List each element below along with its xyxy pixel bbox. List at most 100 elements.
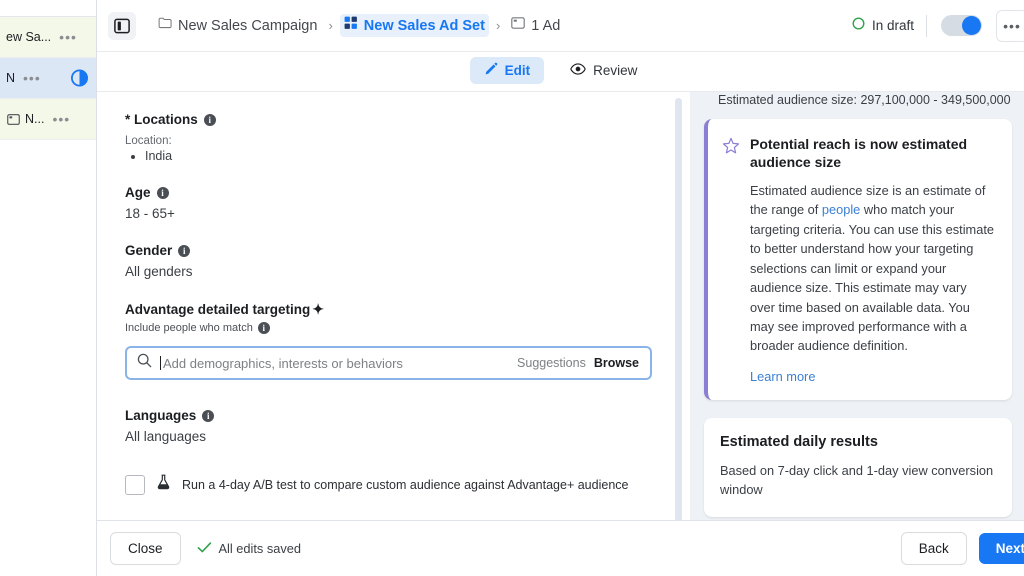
- eye-icon: [570, 62, 586, 79]
- header-divider: [926, 14, 927, 37]
- info-icon[interactable]: i: [178, 244, 191, 257]
- results-subtitle: Based on 7-day click and 1-day view conv…: [720, 462, 994, 498]
- tab-review[interactable]: Review: [556, 57, 651, 84]
- ab-test-label: Run a 4-day A/B test to compare custom a…: [182, 477, 629, 492]
- status-label: In draft: [871, 18, 914, 33]
- advantage-label: Advantage detailed targeting: [125, 302, 311, 317]
- locations-label: * Locations: [125, 112, 198, 127]
- breadcrumb-label: 1 Ad: [531, 17, 561, 34]
- flask-icon: [156, 474, 171, 495]
- footer-bar: Close All edits saved Back Next: [97, 520, 1024, 576]
- adset-enable-toggle[interactable]: [941, 15, 982, 36]
- info-icon[interactable]: i: [203, 113, 216, 126]
- top-header-bar: New Sales Campaign › New Sales Ad Set › …: [97, 0, 1024, 52]
- sidebar-row-adset[interactable]: N •••: [0, 58, 96, 99]
- ab-test-row: Run a 4-day A/B test to compare custom a…: [125, 474, 668, 495]
- gender-label: Gender: [125, 243, 173, 258]
- detailed-targeting-search[interactable]: Add demographics, interests or behaviors…: [125, 346, 652, 380]
- languages-label: Languages: [125, 408, 197, 423]
- half-circle-icon: [71, 69, 88, 87]
- main-area: New Sales Campaign › New Sales Ad Set › …: [97, 0, 1024, 576]
- pencil-icon: [484, 62, 498, 79]
- sidebar-row-label: ew Sa...: [6, 30, 52, 44]
- breadcrumb-separator: ›: [495, 18, 501, 33]
- age-label: Age: [125, 185, 151, 200]
- notice-body: Estimated audience size is an estimate o…: [750, 181, 994, 356]
- content-split: * Locations i Location: India Age i 18 -…: [97, 92, 1024, 560]
- grid-squares-icon: [344, 16, 358, 35]
- left-sidebar: ew Sa... ••• N ••• N... •••: [0, 0, 97, 576]
- breadcrumb-item-campaign[interactable]: New Sales Campaign: [154, 14, 321, 37]
- estimated-daily-results-card: Estimated daily results Based on 7-day c…: [704, 417, 1012, 518]
- sidebar-row-campaign[interactable]: ew Sa... •••: [0, 17, 96, 58]
- circle-outline-icon: [852, 17, 865, 35]
- learn-more-link[interactable]: Learn more: [750, 369, 994, 384]
- advantage-sub-label: Include people who match: [125, 322, 253, 334]
- languages-value: All languages: [125, 429, 207, 444]
- gender-value: All genders: [125, 264, 193, 279]
- notice-header: Potential reach is now estimated audienc…: [722, 135, 994, 172]
- list-item: India: [145, 149, 668, 163]
- sidebar-row-more-icon[interactable]: •••: [23, 71, 41, 85]
- age-title-row: Age i: [125, 185, 668, 200]
- status-badge: In draft: [852, 17, 926, 35]
- folder-icon: [158, 16, 172, 35]
- sidebar-top-strip: [0, 0, 96, 17]
- sidebar-row-more-icon[interactable]: •••: [52, 112, 70, 126]
- next-button[interactable]: Next: [978, 533, 1024, 564]
- breadcrumb: New Sales Campaign › New Sales Ad Set › …: [154, 14, 852, 37]
- advantage-targeting-block: Advantage detailed targeting ✦ Include p…: [125, 301, 668, 380]
- info-icon[interactable]: i: [202, 409, 215, 422]
- sidebar-row-ad[interactable]: N... •••: [0, 99, 96, 140]
- breadcrumb-label: New Sales Campaign: [178, 17, 318, 34]
- sidebar-row-more-icon[interactable]: •••: [59, 30, 77, 44]
- text-caret: [160, 356, 161, 370]
- app-root: ew Sa... ••• N ••• N... ••• New Sales Ca…: [0, 0, 1024, 576]
- tab-label: Review: [593, 63, 638, 78]
- check-icon: [197, 541, 212, 557]
- top-header-actions: In draft •••: [852, 9, 1024, 42]
- estimates-pane: Estimated audience size: 297,100,000 - 3…: [690, 92, 1024, 560]
- breadcrumb-label: New Sales Ad Set: [363, 17, 485, 34]
- sidebar-row-label: N...: [25, 112, 45, 126]
- info-icon[interactable]: i: [257, 322, 270, 334]
- ab-test-checkbox[interactable]: [125, 474, 145, 495]
- back-button[interactable]: Back: [900, 532, 967, 565]
- age-block: Age i 18 - 65+: [125, 185, 668, 221]
- breadcrumb-item-ad[interactable]: 1 Ad: [507, 14, 564, 37]
- info-icon[interactable]: i: [156, 186, 169, 199]
- locations-block: * Locations i Location: India: [125, 112, 668, 163]
- breadcrumb-separator: ›: [328, 18, 333, 33]
- targeting-form-pane: * Locations i Location: India Age i 18 -…: [97, 92, 668, 560]
- search-input-placeholder[interactable]: Add demographics, interests or behaviors: [163, 356, 509, 371]
- advantage-sub-row: Include people who match i: [125, 322, 668, 334]
- notice-title: Potential reach is now estimated audienc…: [750, 136, 968, 171]
- tab-label: Edit: [504, 63, 531, 78]
- suggestions-button[interactable]: Suggestions: [517, 356, 586, 370]
- gender-title-row: Gender i: [125, 243, 668, 258]
- results-title: Estimated daily results: [720, 433, 878, 450]
- close-button[interactable]: Close: [110, 532, 181, 565]
- saved-label: All edits saved: [218, 541, 302, 556]
- languages-block: Languages i All languages: [125, 408, 668, 444]
- tab-edit[interactable]: Edit: [469, 57, 545, 84]
- locations-title-row: * Locations i: [125, 112, 668, 127]
- search-icon: [137, 353, 152, 373]
- reach-notice-card: Potential reach is now estimated audienc…: [704, 119, 1012, 400]
- header-more-button[interactable]: •••: [996, 9, 1024, 42]
- age-value: 18 - 65+: [125, 206, 175, 221]
- footer-actions: Back Next: [900, 532, 1024, 565]
- audience-size-summary: Estimated audience size: 297,100,000 - 3…: [718, 93, 1011, 107]
- sidebar-row-label: N: [6, 71, 16, 85]
- people-link[interactable]: people: [822, 202, 860, 217]
- vertical-scrollbar[interactable]: [668, 92, 690, 560]
- location-sub-label: Location:: [125, 135, 172, 147]
- breadcrumb-item-adset[interactable]: New Sales Ad Set: [339, 14, 489, 37]
- browse-button[interactable]: Browse: [594, 356, 639, 370]
- saved-status: All edits saved: [197, 541, 302, 557]
- languages-title-row: Languages i: [125, 408, 668, 423]
- gender-block: Gender i All genders: [125, 243, 668, 279]
- panel-toggle-icon[interactable]: [108, 11, 136, 40]
- notice-body-part2: who match your targeting criteria. You c…: [750, 202, 994, 354]
- star-icon: [722, 137, 740, 160]
